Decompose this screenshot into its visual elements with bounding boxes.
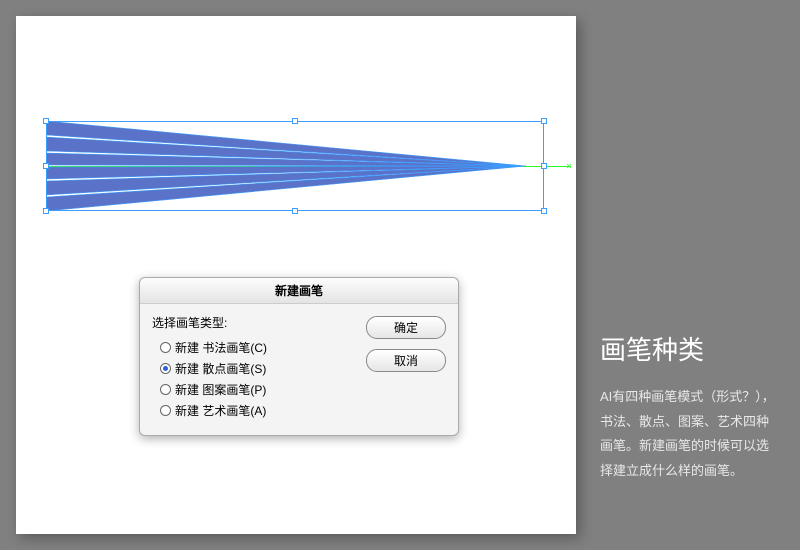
selected-artwork[interactable]: [46, 121, 544, 211]
selection-handle-s[interactable]: [292, 208, 298, 214]
annotation-body: AI有四种画笔模式（形式？），书法、散点、图案、艺术四种画笔。新建画笔的时候可以…: [600, 385, 780, 484]
ok-button[interactable]: 确定: [366, 316, 446, 339]
brush-type-label: 选择画笔类型:: [152, 314, 366, 331]
radio-art[interactable]: 新建 艺术画笔(A): [152, 400, 366, 421]
dialog-body: 选择画笔类型: 新建 书法画笔(C) 新建 散点画笔(S) 新建 图案画笔(P)…: [140, 304, 458, 435]
dialog-options: 选择画笔类型: 新建 书法画笔(C) 新建 散点画笔(S) 新建 图案画笔(P)…: [152, 314, 366, 421]
radio-label: 新建 散点画笔(S): [175, 360, 266, 377]
selection-handle-se[interactable]: [541, 208, 547, 214]
radio-label: 新建 书法画笔(C): [175, 339, 267, 356]
selection-handle-n[interactable]: [292, 118, 298, 124]
radio-scatter[interactable]: 新建 散点画笔(S): [152, 358, 366, 379]
selection-handle-e[interactable]: [541, 163, 547, 169]
radio-label: 新建 图案画笔(P): [175, 381, 266, 398]
radio-label: 新建 艺术画笔(A): [175, 402, 266, 419]
radio-pattern[interactable]: 新建 图案画笔(P): [152, 379, 366, 400]
annotation-title: 画笔种类: [600, 330, 780, 367]
radio-calligraphic[interactable]: 新建 书法画笔(C): [152, 337, 366, 358]
annotation-panel: 画笔种类 AI有四种画笔模式（形式？），书法、散点、图案、艺术四种画笔。新建画笔…: [600, 330, 780, 484]
guide-anchor: ×: [566, 161, 572, 172]
canvas-area: × 新建画笔 选择画笔类型: 新建 书法: [16, 16, 576, 534]
cancel-button[interactable]: 取消: [366, 349, 446, 372]
selection-handle-nw[interactable]: [43, 118, 49, 124]
new-brush-dialog: 新建画笔 选择画笔类型: 新建 书法画笔(C) 新建 散点画笔(S) 新建 图案…: [139, 277, 459, 436]
selection-handle-ne[interactable]: [541, 118, 547, 124]
selection-handle-sw[interactable]: [43, 208, 49, 214]
dialog-title: 新建画笔: [140, 278, 458, 304]
radio-icon: [160, 384, 171, 395]
radio-icon: [160, 342, 171, 353]
dialog-buttons: 确定 取消: [366, 314, 446, 421]
selection-handle-w[interactable]: [43, 163, 49, 169]
radio-icon: [160, 405, 171, 416]
radio-icon: [160, 363, 171, 374]
